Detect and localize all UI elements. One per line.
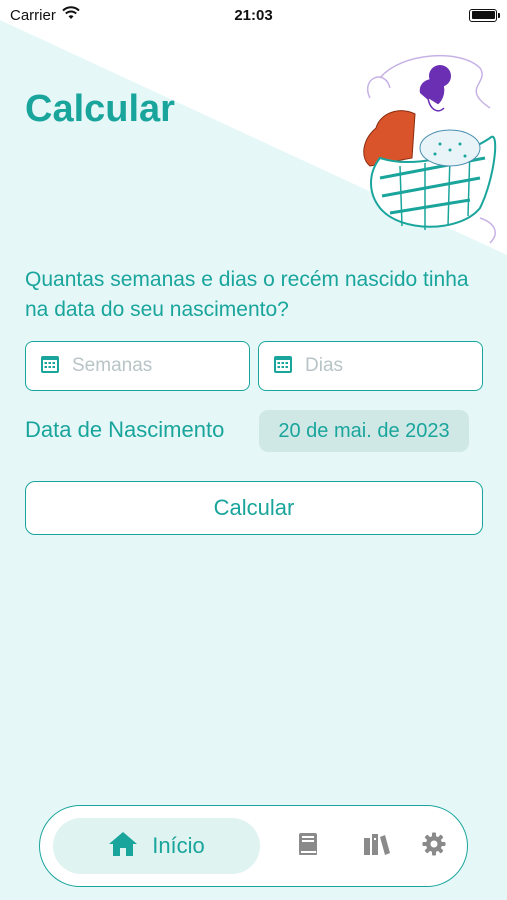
tab-library[interactable] (363, 832, 391, 861)
birth-date-picker[interactable]: 20 de mai. de 2023 (259, 410, 469, 452)
weeks-input[interactable] (72, 355, 222, 377)
mother-baby-illustration (363, 55, 497, 244)
page-title: Calcular (25, 88, 175, 130)
question-text: Quantas semanas e dias o recém nascido t… (25, 268, 469, 321)
tab-home[interactable]: Início (53, 818, 260, 874)
tab-book[interactable] (296, 832, 320, 861)
tab-home-label: Início (152, 833, 205, 858)
gear-icon (422, 832, 446, 861)
carrier-label: Carrier (10, 6, 56, 24)
days-field[interactable] (258, 341, 483, 391)
wifi-icon (62, 6, 80, 24)
calculate-button[interactable]: Calcular (25, 481, 483, 535)
library-icon (363, 832, 391, 861)
calendar-icon (40, 354, 60, 379)
days-input[interactable] (305, 355, 455, 377)
birth-date-label: Data de Nascimento (25, 417, 225, 442)
battery-icon (469, 8, 500, 22)
weeks-field[interactable] (25, 341, 250, 391)
tab-settings[interactable] (422, 832, 446, 861)
book-icon (298, 832, 318, 861)
status-bar: Carrier 21:03 (0, 0, 507, 30)
tab-bar: Início (39, 805, 468, 887)
calendar-icon (273, 354, 293, 379)
home-icon (108, 830, 138, 863)
